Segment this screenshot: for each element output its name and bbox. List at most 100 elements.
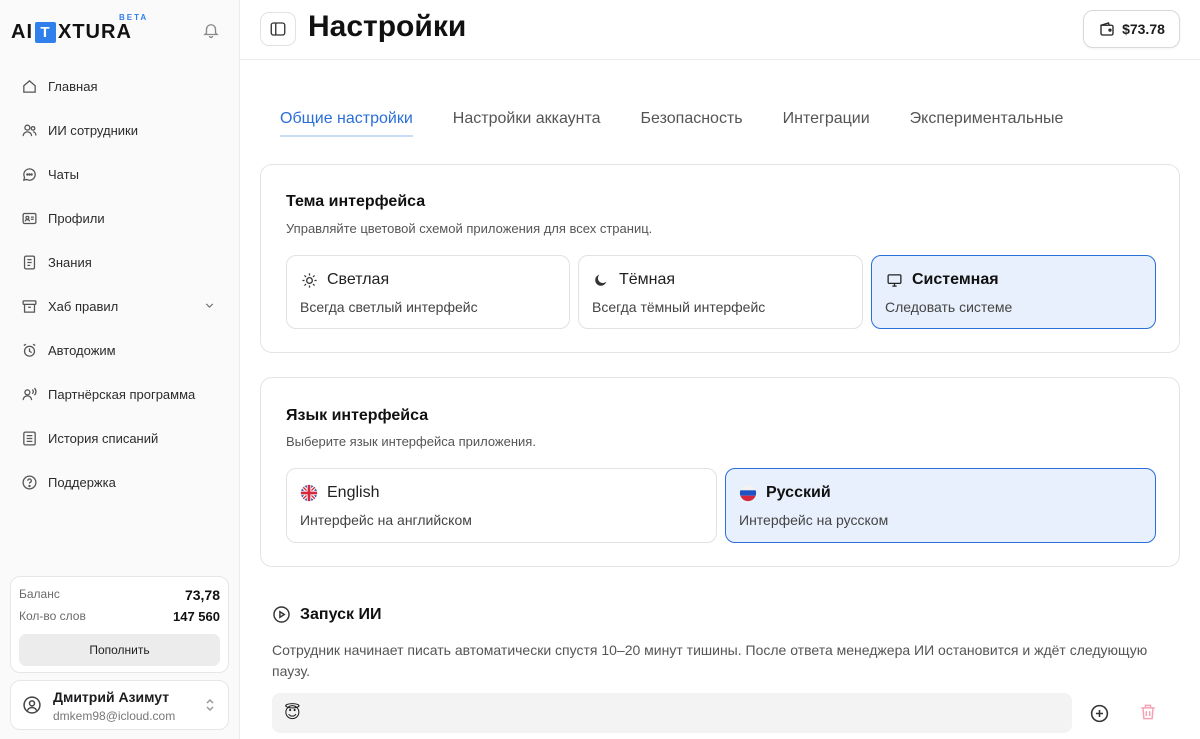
question-icon <box>20 473 38 491</box>
theme-desc: Управляйте цветовой схемой приложения дл… <box>286 221 653 236</box>
balance-card: Баланс 73,78 Кол-во слов 147 560 Пополни… <box>10 576 229 673</box>
sidebar-panel-icon <box>270 22 286 36</box>
list-icon <box>20 429 38 447</box>
avatar-icon <box>22 695 42 720</box>
option-desc: Интерфейс на русском <box>739 512 889 528</box>
option-label: Системная <box>912 271 999 288</box>
theme-title: Тема интерфейса <box>286 193 426 210</box>
sidebar-item-chats[interactable]: Чаты <box>10 152 230 196</box>
monitor-icon <box>885 271 903 289</box>
archive-icon <box>20 297 38 315</box>
header: Настройки $73.78 <box>240 0 1200 60</box>
launch-title-text: Запуск ИИ <box>300 605 382 623</box>
trash-icon[interactable] <box>1138 702 1158 727</box>
trigger-emoji: 😇 <box>284 705 301 722</box>
option-desc: Интерфейс на английском <box>300 512 472 528</box>
logo[interactable]: AI T XTURA BETA <box>11 13 146 44</box>
option-title: Светлая <box>300 271 389 289</box>
tab-experimental[interactable]: Экспериментальные <box>910 110 1064 137</box>
sidebar-nav: Главная ИИ сотрудники Чаты Профили Знани… <box>10 64 230 504</box>
alarm-clock-icon <box>20 341 38 359</box>
wallet-icon <box>1100 22 1114 36</box>
settings-tabs: Общие настройки Настройки аккаунта Безоп… <box>280 110 1103 137</box>
sidebar-item-autopush[interactable]: Автодожим <box>10 328 230 372</box>
sidebar-item-profiles[interactable]: Профили <box>10 196 230 240</box>
play-icon <box>272 605 291 624</box>
sidebar-item-ai-employees[interactable]: ИИ сотрудники <box>10 108 230 152</box>
page-title: Настройки <box>308 10 467 43</box>
language-option-english[interactable]: English Интерфейс на английском <box>286 468 717 543</box>
theme-option-dark[interactable]: Тёмная Всегда тёмный интерфейс <box>578 255 863 329</box>
sidebar-item-label: Профили <box>48 210 105 226</box>
sidebar-item-rules-hub[interactable]: Хаб правил <box>10 284 230 328</box>
logo-text-left: AI <box>11 20 33 43</box>
user-menu[interactable]: Дмитрий Азимут dmkem98@icloud.com <box>10 680 229 730</box>
home-icon <box>20 77 38 95</box>
sidebar-item-label: История списаний <box>48 430 159 446</box>
tab-account[interactable]: Настройки аккаунта <box>453 110 601 137</box>
sidebar-item-support[interactable]: Поддержка <box>10 460 230 504</box>
theme-card: Тема интерфейса Управляйте цветовой схем… <box>260 164 1180 353</box>
wallet-button[interactable]: $73.78 <box>1083 10 1180 48</box>
option-label: English <box>327 484 380 501</box>
option-desc: Следовать системе <box>885 299 1013 315</box>
theme-option-light[interactable]: Светлая Всегда светлый интерфейс <box>286 255 570 329</box>
uk-flag-icon <box>300 484 318 502</box>
beta-badge: BETA <box>119 13 149 22</box>
tab-security[interactable]: Безопасность <box>641 110 743 137</box>
option-desc: Всегда тёмный интерфейс <box>592 299 766 315</box>
bell-icon[interactable] <box>200 19 222 41</box>
sidebar-item-label: Поддержка <box>48 474 116 490</box>
sidebar-item-label: Партнёрская программа <box>48 386 196 402</box>
chevron-down-icon[interactable] <box>203 299 216 315</box>
chevron-up-down-icon <box>204 698 216 717</box>
balance-label: Баланс <box>19 587 60 601</box>
sidebar-toggle-button[interactable] <box>260 12 296 46</box>
moon-icon <box>592 271 610 289</box>
wallet-balance: $73.78 <box>1122 21 1165 37</box>
words-value: 147 560 <box>173 609 220 624</box>
sidebar: AI T XTURA BETA Главная ИИ сотрудники Ча… <box>0 0 240 739</box>
option-label: Русский <box>766 484 831 501</box>
option-title: Тёмная <box>592 271 675 289</box>
sidebar-item-knowledge[interactable]: Знания <box>10 240 230 284</box>
id-card-icon <box>20 209 38 227</box>
language-card: Язык интерфейса Выберите язык интерфейса… <box>260 377 1180 567</box>
option-desc: Всегда светлый интерфейс <box>300 299 478 315</box>
balance-row: Баланс 73,78 <box>19 587 220 603</box>
option-title: English <box>300 484 379 502</box>
balance-value: 73,78 <box>184 587 220 603</box>
tab-general[interactable]: Общие настройки <box>280 110 413 137</box>
logo-text-right: XTURA <box>58 20 132 43</box>
language-option-russian[interactable]: Русский Интерфейс на русском <box>725 468 1156 543</box>
sidebar-item-label: Главная <box>48 78 98 94</box>
words-label: Кол-во слов <box>19 609 86 623</box>
trigger-message-input[interactable]: 😇 <box>272 693 1072 733</box>
sidebar-item-label: Чаты <box>48 166 79 182</box>
logo-box: T <box>35 21 56 43</box>
sidebar-item-label: ИИ сотрудники <box>48 122 138 138</box>
sun-icon <box>300 271 318 289</box>
book-icon <box>20 253 38 271</box>
sidebar-item-label: Автодожим <box>48 342 116 358</box>
ru-flag-icon <box>739 484 757 502</box>
launch-desc: Сотрудник начинает писать автоматически … <box>272 642 1148 679</box>
user-signal-icon <box>20 385 38 403</box>
option-title: Системная <box>885 271 999 289</box>
theme-option-system[interactable]: Системная Следовать системе <box>871 255 1156 329</box>
add-circle-icon[interactable] <box>1089 703 1110 729</box>
tab-integrations[interactable]: Интеграции <box>783 110 870 137</box>
language-title: Язык интерфейса <box>286 407 429 424</box>
sidebar-item-home[interactable]: Главная <box>10 64 230 108</box>
launch-title: Запуск ИИ <box>272 605 381 624</box>
chat-icon <box>20 165 38 183</box>
sidebar-item-label: Знания <box>48 254 92 270</box>
sidebar-item-partner[interactable]: Партнёрская программа <box>10 372 230 416</box>
user-name: Дмитрий Азимут <box>53 689 170 705</box>
words-row: Кол-во слов 147 560 <box>19 609 220 624</box>
option-label: Светлая <box>327 271 390 288</box>
language-desc: Выберите язык интерфейса приложения. <box>286 434 536 449</box>
user-email: dmkem98@icloud.com <box>53 709 176 723</box>
sidebar-item-charge-history[interactable]: История списаний <box>10 416 230 460</box>
topup-button[interactable]: Пополнить <box>19 634 220 666</box>
